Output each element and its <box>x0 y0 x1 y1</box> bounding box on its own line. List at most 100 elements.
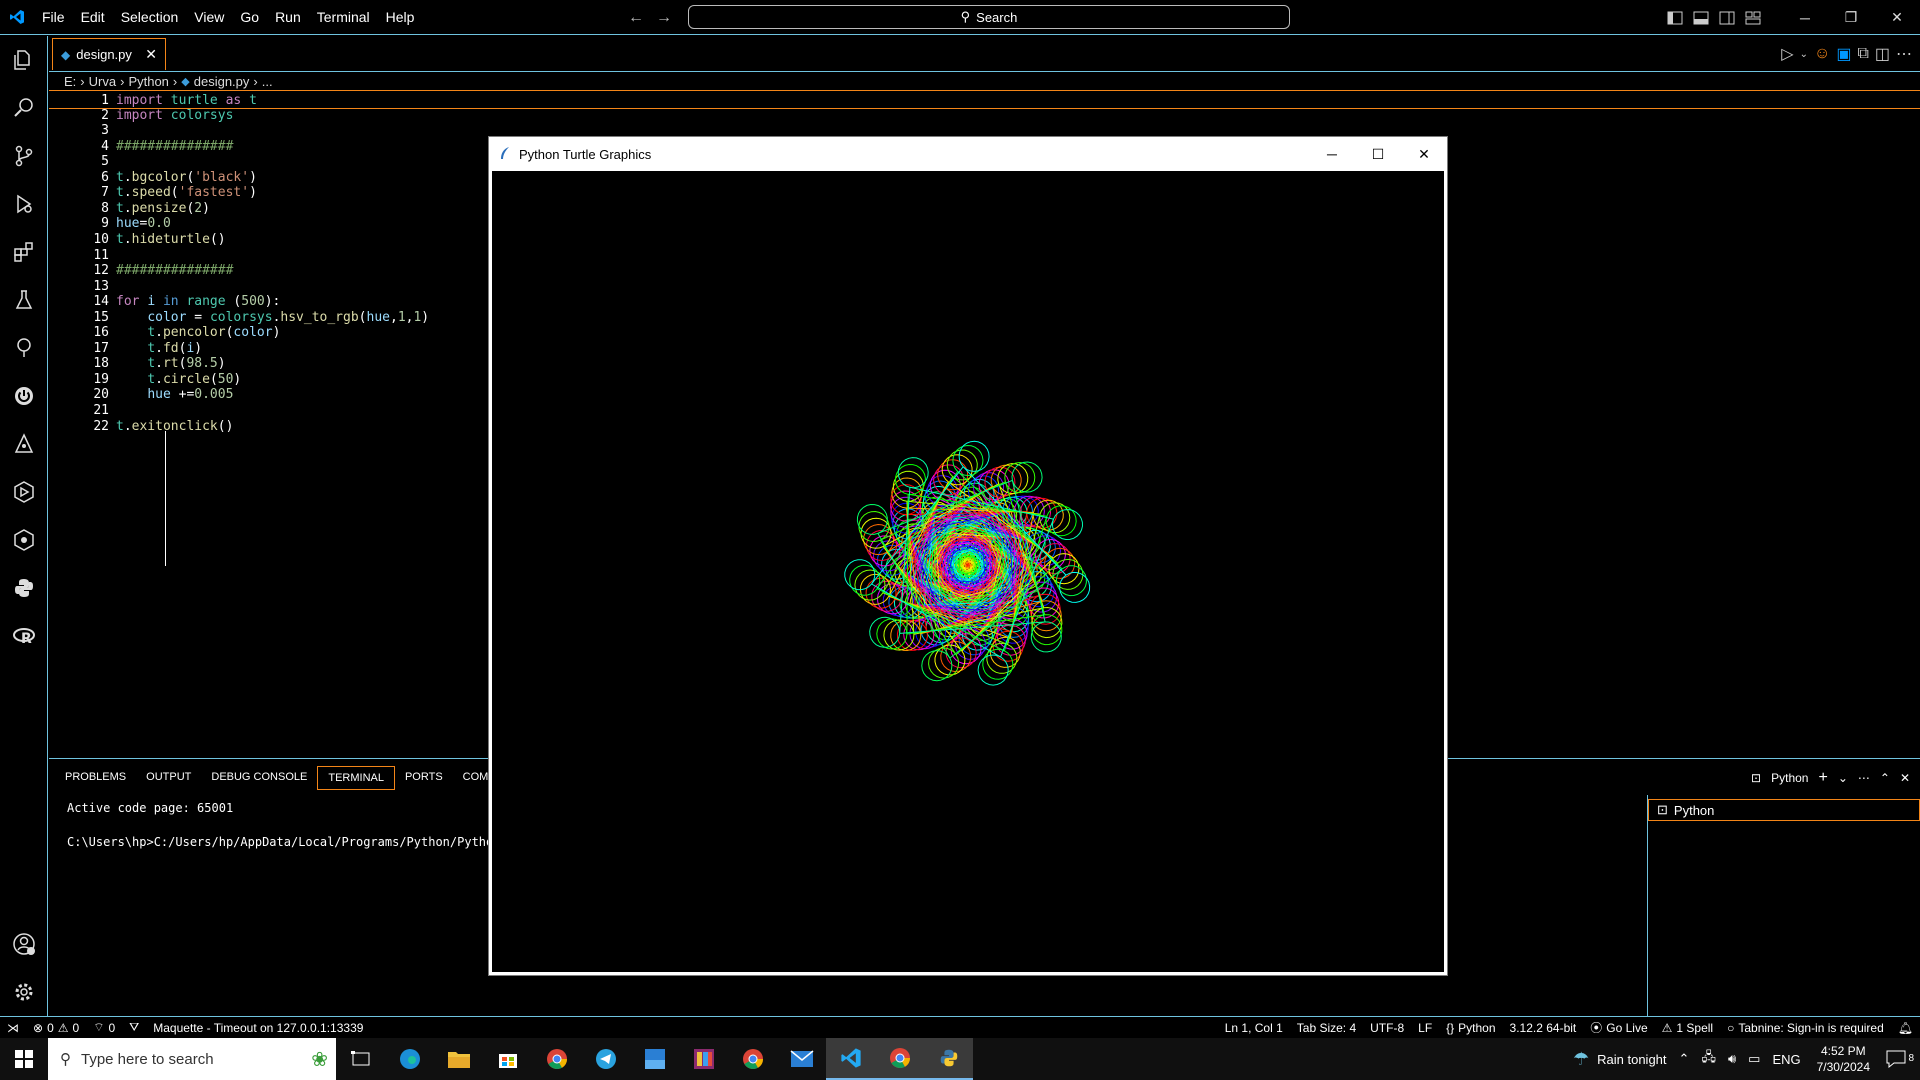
winrar-icon[interactable] <box>679 1038 728 1080</box>
back-arrow-icon[interactable]: ← <box>628 9 644 27</box>
close-tab-icon[interactable]: ✕ <box>145 46 157 63</box>
split-editor-icon[interactable]: ◫ <box>1875 44 1890 64</box>
maximize-icon[interactable]: ☐ <box>1355 137 1401 171</box>
crumb-symbol[interactable]: ... <box>262 74 273 89</box>
task-view-icon[interactable] <box>336 1038 385 1080</box>
vscode-taskbar-icon[interactable] <box>826 1038 875 1080</box>
problems-indicator[interactable]: ⊗ 0 ⚠ 0 <box>26 1021 86 1035</box>
new-terminal-icon[interactable]: + <box>1818 769 1827 787</box>
minimize-icon[interactable]: ─ <box>1782 0 1828 35</box>
remote-icon[interactable]: ⋊ <box>0 1021 26 1035</box>
tab-terminal[interactable]: TERMINAL <box>317 766 395 790</box>
menu-file[interactable]: File <box>34 0 73 35</box>
crumb-file[interactable]: design.py <box>194 74 250 89</box>
menu-terminal[interactable]: Terminal <box>309 0 378 35</box>
minimize-icon[interactable]: ─ <box>1309 137 1355 171</box>
run-file-icon[interactable]: ▷ <box>1781 44 1793 64</box>
crumb-folder-urva[interactable]: Urva <box>89 74 116 89</box>
notifications-bell-icon[interactable]: 🔔︎ <box>1891 1019 1920 1036</box>
search-icon[interactable] <box>0 84 48 132</box>
power-icon[interactable] <box>0 372 48 420</box>
menu-view[interactable]: View <box>186 0 232 35</box>
more-actions-icon[interactable]: ⋯ <box>1896 44 1912 64</box>
run-dropdown-icon[interactable]: ⌄ <box>1800 49 1808 60</box>
menu-help[interactable]: Help <box>378 0 423 35</box>
chrome-icon[interactable] <box>728 1038 777 1080</box>
turtle-canvas[interactable] <box>492 171 1444 972</box>
weather-widget[interactable]: ☂ Rain tonight <box>1567 1049 1673 1070</box>
tab-output[interactable]: OUTPUT <box>136 766 201 790</box>
file-explorer-icon[interactable] <box>434 1038 483 1080</box>
command-center-search[interactable]: ⚲ Search <box>688 5 1290 29</box>
account-icon[interactable] <box>0 920 48 968</box>
testing-flask-icon[interactable] <box>0 276 48 324</box>
mail-icon[interactable] <box>777 1038 826 1080</box>
more-icon[interactable]: ⋯ <box>1858 771 1870 785</box>
copilot-icon[interactable]: ☺ <box>1814 45 1830 63</box>
menu-edit[interactable]: Edit <box>73 0 113 35</box>
network-icon[interactable]: 🖧︎ <box>1695 1048 1722 1070</box>
terminal-list-item[interactable]: ⊡ Python <box>1648 799 1920 821</box>
notifications-icon[interactable]: 8 <box>1880 1050 1920 1068</box>
turtle-title-bar[interactable]: Python Turtle Graphics <box>489 137 1447 171</box>
forward-arrow-icon[interactable]: → <box>656 9 672 27</box>
volume-icon[interactable]: 🔊︎ <box>1722 1051 1742 1067</box>
python-icon[interactable] <box>0 564 48 612</box>
language-mode[interactable]: {} Python <box>1439 1019 1502 1036</box>
clock[interactable]: 4:52 PM 7/30/2024 <box>1807 1043 1880 1075</box>
crumb-folder-python[interactable]: Python <box>128 74 168 89</box>
menu-selection[interactable]: Selection <box>113 0 187 35</box>
chrome-icon[interactable] <box>875 1038 924 1080</box>
taskbar-search[interactable]: ⚲ Type here to search ❀ <box>48 1038 336 1080</box>
python-interpreter[interactable]: 3.12.2 64-bit <box>1503 1019 1584 1036</box>
chevron-up-icon[interactable]: ⌃ <box>1673 1051 1696 1067</box>
end-of-line[interactable]: LF <box>1411 1019 1439 1036</box>
go-live[interactable]: ⦿ Go Live <box>1583 1019 1654 1036</box>
store-icon[interactable] <box>483 1038 532 1080</box>
toggle-panel-icon[interactable] <box>1688 0 1714 35</box>
menu-go[interactable]: Go <box>232 0 267 35</box>
tab-problems[interactable]: PROBLEMS <box>55 766 136 790</box>
manage-gear-icon[interactable] <box>0 968 48 1016</box>
tree-icon[interactable] <box>0 324 48 372</box>
close-panel-icon[interactable]: ✕ <box>1900 771 1910 785</box>
ports-indicator[interactable]: ⌔ 0 <box>86 1020 122 1035</box>
tab-design-py[interactable]: ◆ design.py ✕ <box>52 38 166 70</box>
telegram-icon[interactable] <box>581 1038 630 1080</box>
indentation[interactable]: Tab Size: 4 <box>1290 1019 1363 1036</box>
photos-icon[interactable] <box>630 1038 679 1080</box>
tab-debug-console[interactable]: DEBUG CONSOLE <box>201 766 317 790</box>
live-preview-icon[interactable]: ▣ <box>1836 44 1851 64</box>
tab-ports[interactable]: PORTS <box>395 766 453 790</box>
run-debug-icon[interactable] <box>0 180 48 228</box>
chrome-icon[interactable] <box>532 1038 581 1080</box>
open-preview-icon[interactable]: ⧉ <box>1857 45 1868 63</box>
settings-sync-icon[interactable] <box>0 516 48 564</box>
terminal-profile-label[interactable]: Python <box>1771 771 1808 785</box>
edge-icon[interactable] <box>385 1038 434 1080</box>
maximize-panel-icon[interactable]: ⌃ <box>1880 771 1890 785</box>
encoding[interactable]: UTF-8 <box>1363 1019 1411 1036</box>
language-indicator[interactable]: ENG <box>1766 1052 1806 1067</box>
maquette-status[interactable]: Maquette - Timeout on 127.0.0.1:13339 <box>146 1021 370 1035</box>
python-taskbar-icon[interactable] <box>924 1038 973 1080</box>
explorer-icon[interactable] <box>0 36 48 84</box>
tabnine-status[interactable]: ○ Tabnine: Sign-in is required <box>1720 1019 1891 1036</box>
close-icon[interactable]: ✕ <box>1874 0 1920 35</box>
cursor-position[interactable]: Ln 1, Col 1 <box>1218 1019 1290 1036</box>
extensions-icon[interactable] <box>0 228 48 276</box>
toggle-primary-sidebar-icon[interactable] <box>1662 0 1688 35</box>
spell-check[interactable]: ⚠ 1 Spell <box>1655 1019 1720 1036</box>
restore-icon[interactable]: ❐ <box>1828 0 1874 35</box>
menu-run[interactable]: Run <box>267 0 309 35</box>
customize-layout-icon[interactable] <box>1740 0 1766 35</box>
r-language-icon[interactable]: R <box>0 612 48 660</box>
hexagon-icon[interactable] <box>0 468 48 516</box>
close-icon[interactable]: ✕ <box>1401 137 1447 171</box>
windows-start-icon[interactable] <box>0 1038 48 1080</box>
deploy-icon[interactable] <box>0 420 48 468</box>
source-control-icon[interactable] <box>0 132 48 180</box>
crumb-drive[interactable]: E: <box>64 74 76 89</box>
battery-icon[interactable]: ▭ <box>1742 1051 1766 1067</box>
chevron-down-icon[interactable]: ⌄ <box>1838 771 1848 785</box>
